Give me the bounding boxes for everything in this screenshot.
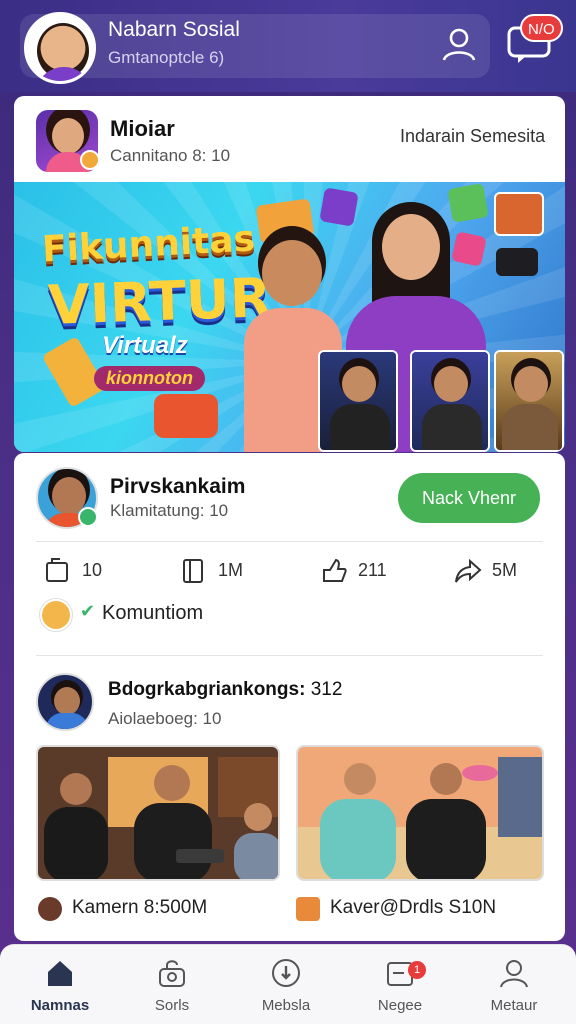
nav-label: Metaur xyxy=(490,997,538,1014)
thumb-person xyxy=(514,366,548,402)
stat-value: 1M xyxy=(218,560,244,580)
banner-thumb-musician xyxy=(494,350,564,452)
post-photo-beach[interactable] xyxy=(296,745,544,881)
notification-badge: 1 xyxy=(408,961,426,979)
stat-value: 211 xyxy=(358,560,387,580)
post-meta: Klamitatung: 10 xyxy=(110,501,229,520)
verified-badge-icon xyxy=(78,507,98,527)
nav-label: Negee xyxy=(377,997,423,1014)
banner-tile xyxy=(494,192,544,236)
compass-icon xyxy=(272,959,300,987)
thumb-body xyxy=(330,404,390,450)
nav-label: Namnas xyxy=(30,997,90,1014)
user-avatar[interactable] xyxy=(24,12,96,84)
game-icon xyxy=(38,897,62,921)
nav-label: Sorls xyxy=(154,997,190,1014)
avatar-body xyxy=(46,713,88,729)
figure-head xyxy=(382,214,440,280)
top-bar: Nabarn Sosial Gmtanoptcle 6) N/O xyxy=(0,0,576,92)
thumb-body xyxy=(422,404,482,450)
avatar-face xyxy=(54,687,80,715)
banner-title-4: kionnoton xyxy=(94,366,205,391)
check-icon: ✔ xyxy=(80,601,96,621)
home-icon xyxy=(48,961,72,986)
post-banner-image[interactable]: Fikunnitas VIRTUR Virtualz kionnoton xyxy=(14,182,565,452)
nav-negee[interactable]: 1 Negee xyxy=(350,945,450,1024)
puzzle-icon xyxy=(296,897,320,921)
nav-sorls[interactable]: Sorls xyxy=(122,945,222,1024)
nav-home[interactable]: Namnas xyxy=(10,945,110,1024)
post-author-avatar[interactable] xyxy=(36,673,94,731)
banner-thumb-guitarist xyxy=(318,350,398,452)
profile-icon xyxy=(500,960,528,988)
like-icon xyxy=(323,558,347,582)
bottom-nav: Namnas Sorls Mebsla 1 Negee Metaur xyxy=(0,944,576,1024)
photo-beach-art xyxy=(298,747,542,879)
avatar-face xyxy=(52,118,84,154)
nav-metaur[interactable]: Metaur xyxy=(464,945,564,1024)
chat-badge: N/O xyxy=(520,14,563,42)
follow-button[interactable]: Nack Vhenr xyxy=(398,473,540,523)
post-author-name[interactable]: Bdogrkabgriankongs: 312 xyxy=(108,679,342,701)
divider xyxy=(36,655,543,656)
post-card-featured[interactable]: Mioiar Cannitano 8: 10 Indarain Semesita… xyxy=(14,96,565,452)
page-icon xyxy=(46,558,68,582)
post-author-name[interactable]: Pirvskankaim xyxy=(110,475,245,499)
post-meta: Aiolaeboeg: 10 xyxy=(108,709,222,728)
app-subtitle: Gmtanoptcle 6) xyxy=(108,48,225,67)
share-icon xyxy=(455,558,482,583)
banner-tile xyxy=(154,394,218,438)
stat-value: 5M xyxy=(492,560,518,580)
thumb-person xyxy=(434,366,468,402)
camera-icon xyxy=(496,248,538,276)
banner-title-3: Virtualz xyxy=(102,332,188,359)
figure-head xyxy=(262,240,322,306)
thumb-body xyxy=(502,404,558,450)
nav-mebsla[interactable]: Mebsla xyxy=(236,945,336,1024)
photo-gaming-art xyxy=(38,747,278,879)
thumb-person xyxy=(342,366,376,402)
nav-label: Mebsla xyxy=(261,997,311,1014)
caption-text: Kamern 8:500M xyxy=(72,897,208,918)
post-meta: Cannitano 8: 10 xyxy=(110,146,231,165)
commenter-avatar xyxy=(40,599,72,631)
user-icon[interactable] xyxy=(440,26,478,64)
post-photo-gaming[interactable] xyxy=(36,745,280,881)
banner-thumb-woman xyxy=(410,350,490,452)
post-card-feed[interactable]: Pirvskankaim Klamitatung: 10 Nack Vhenr … xyxy=(14,453,565,941)
caption-text: Kaver@Drdls S10N xyxy=(330,897,497,918)
verified-badge-icon xyxy=(80,150,100,170)
stat-value: 10 xyxy=(82,560,103,580)
app-title: Nabarn Sosial xyxy=(108,18,240,41)
post-author-name[interactable]: Mioiar xyxy=(110,116,175,142)
camera-lock-icon xyxy=(159,960,185,987)
book-icon xyxy=(183,559,203,583)
author-count: 312 xyxy=(310,679,343,700)
divider xyxy=(36,541,543,542)
author-name-text: Bdogrkabgriankongs: xyxy=(108,679,306,700)
post-community-label[interactable]: Indarain Semesita xyxy=(400,126,545,147)
comment-label: Komuntiom xyxy=(102,602,204,624)
